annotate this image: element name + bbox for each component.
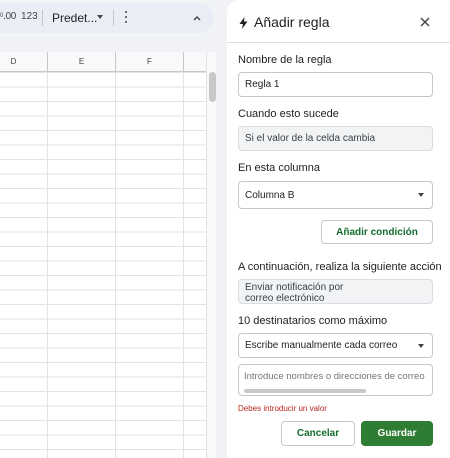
lightning-icon: [239, 17, 248, 29]
rule-name-value: Regla 1: [245, 79, 280, 90]
trigger-label: Cuando esto sucede: [238, 108, 339, 120]
add-condition-button[interactable]: Añadir condición: [321, 220, 433, 244]
column-line: [115, 72, 116, 458]
header-divider: [227, 42, 450, 43]
save-button[interactable]: Guardar: [361, 421, 433, 446]
column-label: En esta columna: [238, 162, 320, 174]
panel-title: Añadir regla: [254, 14, 330, 30]
toolbar-divider: [42, 10, 43, 26]
rule-name-input[interactable]: Regla 1: [238, 72, 433, 97]
chevron-down-icon[interactable]: [97, 15, 103, 19]
vertical-scrollbar-thumb[interactable]: [209, 72, 216, 102]
error-message: Debes introducir un valor: [238, 404, 327, 413]
action-label: A continuación, realiza la siguiente acc…: [238, 261, 442, 273]
column-header-row: D E F: [0, 52, 216, 72]
close-icon[interactable]: [419, 16, 431, 28]
recipients-input[interactable]: Introduce nombres o direcciones de corre…: [238, 364, 433, 396]
decrease-decimal-button[interactable]: 0.00: [0, 11, 16, 22]
recipients-mode-value: Escribe manualmente cada correo: [245, 340, 398, 351]
more-vert-icon[interactable]: [124, 11, 128, 25]
number-format-button[interactable]: 123: [21, 11, 38, 22]
column-header-e[interactable]: E: [48, 52, 116, 72]
horizontal-scrollbar-thumb[interactable]: [244, 389, 366, 393]
panel-header: Añadir regla: [227, 0, 450, 44]
trigger-value: Si el valor de la celda cambia: [245, 133, 376, 144]
recipients-mode-select[interactable]: Escribe manualmente cada correo: [238, 333, 433, 358]
column-header-d[interactable]: D: [0, 52, 48, 72]
cancel-button[interactable]: Cancelar: [281, 421, 355, 446]
vertical-scroll-track[interactable]: [206, 52, 216, 458]
column-header-f[interactable]: F: [116, 52, 184, 72]
spreadsheet-grid[interactable]: D E F: [0, 52, 216, 458]
column-line: [183, 72, 184, 458]
trigger-field: Si el valor de la celda cambia: [238, 126, 433, 151]
chevron-down-icon: [418, 193, 424, 197]
toolbar-divider: [113, 10, 114, 26]
action-value: Enviar notificación por correo electróni…: [245, 282, 344, 304]
chevron-up-icon[interactable]: [192, 13, 202, 23]
decimal-label: .00: [3, 11, 17, 22]
recipients-placeholder: Introduce nombres o direcciones de corre…: [244, 371, 425, 382]
column-line: [47, 72, 48, 458]
rule-name-label: Nombre de la regla: [238, 54, 332, 66]
recipients-label: 10 destinatarios como máximo: [238, 315, 388, 327]
action-field: Enviar notificación por correo electróni…: [238, 279, 433, 304]
column-select[interactable]: Columna B: [238, 181, 433, 209]
add-rule-panel: Añadir regla Nombre de la regla Regla 1 …: [227, 0, 450, 458]
font-select[interactable]: Predet...: [52, 11, 97, 25]
sheet-toolbar: 0.00 123 Predet...: [0, 0, 216, 36]
chevron-down-icon: [418, 343, 424, 348]
column-value: Columna B: [245, 189, 295, 201]
